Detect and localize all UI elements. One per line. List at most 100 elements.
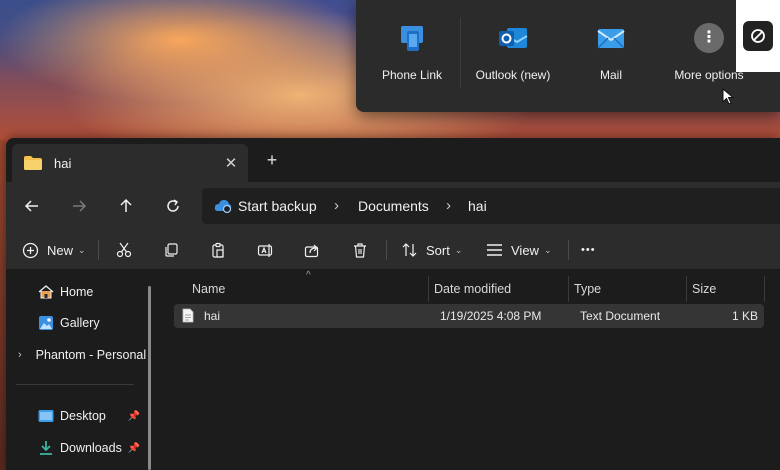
rename-button[interactable]	[257, 238, 273, 262]
sidebar-item-onedrive[interactable]: › Phantom - Personal	[6, 343, 146, 367]
column-header-type[interactable]: Type	[574, 276, 601, 302]
sidebar-item-downloads[interactable]: Downloads 📌	[6, 436, 146, 460]
gallery-icon	[39, 316, 53, 330]
block-sharing-button[interactable]	[736, 0, 780, 72]
sort-icon	[402, 243, 417, 257]
chevron-down-icon: ⌄	[454, 244, 463, 255]
tab-hai[interactable]: hai ✕	[12, 144, 248, 182]
sidebar-item-desktop[interactable]: Desktop 📌	[6, 404, 146, 428]
share-flyout: Phone Link Outlook (new) Mail ⋮ More opt…	[356, 0, 780, 112]
column-divider[interactable]	[568, 276, 569, 302]
share-app-mail[interactable]: Mail	[561, 22, 661, 92]
arrow-right-icon	[73, 200, 87, 212]
share-app-label: Phone Link	[381, 68, 443, 82]
sort-button[interactable]: Sort ⌄	[402, 238, 462, 262]
file-size: 1 KB	[731, 309, 758, 323]
back-button[interactable]	[20, 194, 44, 218]
share-button[interactable]	[304, 238, 320, 262]
chevron-right-icon[interactable]: ›	[446, 197, 451, 214]
navigation-pane: Home Gallery › Phantom - Personal Deskto…	[6, 270, 154, 470]
tab-title: hai	[54, 155, 72, 171]
more-options-icon: ⋮	[693, 22, 725, 54]
sidebar-scrollbar[interactable]	[148, 286, 151, 470]
file-type: Text Document	[580, 309, 661, 323]
sidebar-item-home[interactable]: Home	[6, 280, 146, 304]
table-row[interactable]: hai 1/19/2025 4:08 PM Text Document 1 KB	[174, 304, 764, 328]
command-divider	[386, 240, 387, 260]
file-list: ^ Name Date modified Type Size hai 1/19/…	[160, 270, 780, 470]
share-app-label: Outlook (new)	[475, 68, 551, 82]
paste-button[interactable]	[210, 238, 226, 262]
share-app-list: Phone Link Outlook (new) Mail ⋮ More opt…	[356, 0, 780, 112]
sidebar-item-label: Desktop	[60, 409, 106, 423]
mouse-cursor-icon	[722, 88, 734, 105]
file-date-modified: 1/19/2025 4:08 PM	[440, 309, 542, 323]
sidebar-item-label: Gallery	[60, 316, 100, 330]
share-icon	[304, 244, 319, 258]
new-tab-button[interactable]: +	[262, 150, 282, 171]
downloads-icon	[40, 441, 52, 455]
sort-ascending-icon: ^	[306, 270, 311, 281]
sidebar-item-label: Home	[60, 285, 94, 299]
phone-link-icon	[396, 22, 428, 54]
breadcrumb-documents[interactable]: Documents	[358, 198, 429, 214]
command-divider	[568, 240, 569, 260]
scissors-icon	[116, 242, 132, 258]
file-explorer-window: hai ✕ + Start backup › Documents › hai N…	[6, 138, 780, 470]
folder-icon	[24, 156, 42, 170]
copy-icon	[165, 243, 178, 257]
sidebar-item-gallery[interactable]: Gallery	[6, 311, 146, 335]
sidebar-item-label: Phantom - Personal	[35, 348, 146, 362]
copy-button[interactable]	[163, 238, 179, 262]
chevron-right-icon[interactable]: ›	[334, 197, 339, 214]
column-divider[interactable]	[428, 276, 429, 302]
chevron-down-icon: ⌄	[543, 244, 552, 255]
share-app-outlook[interactable]: Outlook (new)	[463, 22, 563, 92]
chevron-right-icon[interactable]: ›	[18, 349, 22, 361]
view-label: View	[511, 242, 539, 258]
refresh-button[interactable]	[161, 194, 185, 218]
column-divider[interactable]	[764, 276, 765, 302]
rename-icon	[257, 244, 273, 257]
sort-label: Sort	[426, 242, 450, 258]
share-app-label: Mail	[599, 68, 622, 82]
address-bar[interactable]: Start backup › Documents › hai	[202, 188, 780, 224]
view-list-icon	[487, 244, 502, 256]
pin-icon[interactable]: 📌	[128, 411, 140, 422]
backup-cloud-icon	[214, 200, 232, 214]
home-icon	[38, 285, 54, 299]
prohibited-icon	[743, 21, 773, 51]
column-divider[interactable]	[686, 276, 687, 302]
sidebar-item-label: Downloads	[60, 441, 122, 455]
outlook-icon	[497, 22, 529, 54]
view-button[interactable]: View ⌄	[486, 238, 552, 262]
clipboard-icon	[212, 242, 224, 258]
new-label: New	[47, 242, 74, 258]
tab-strip: hai ✕ +	[6, 138, 780, 182]
mail-icon	[595, 22, 627, 54]
cut-button[interactable]	[116, 238, 132, 262]
close-tab-icon[interactable]: ✕	[222, 154, 240, 172]
new-button[interactable]: New ⌄	[22, 238, 86, 262]
delete-button[interactable]	[352, 238, 368, 262]
chevron-down-icon: ⌄	[78, 244, 86, 255]
see-more-button[interactable]: •••	[581, 238, 596, 262]
column-header-name[interactable]: Name	[192, 276, 225, 302]
sidebar-divider	[16, 384, 134, 385]
plus-circle-icon	[22, 242, 39, 258]
forward-button[interactable]	[67, 194, 91, 218]
command-bar: New ⌄ Sort ⌄ View ⌄ •••	[6, 230, 780, 270]
breadcrumb-hai[interactable]: hai	[468, 198, 487, 214]
file-name: hai	[204, 309, 221, 323]
share-app-phone-link[interactable]: Phone Link	[362, 22, 462, 92]
pin-icon[interactable]: 📌	[128, 443, 140, 454]
column-header-date-modified[interactable]: Date modified	[434, 276, 511, 302]
command-divider	[98, 240, 99, 260]
desktop-folder-icon	[38, 410, 54, 422]
breadcrumb-start-backup[interactable]: Start backup	[238, 198, 317, 214]
arrow-left-icon	[24, 200, 38, 212]
navigation-bar: Start backup › Documents › hai	[6, 182, 780, 230]
ellipsis-icon: •••	[581, 244, 596, 256]
up-button[interactable]	[114, 194, 138, 218]
column-header-size[interactable]: Size	[692, 276, 716, 302]
